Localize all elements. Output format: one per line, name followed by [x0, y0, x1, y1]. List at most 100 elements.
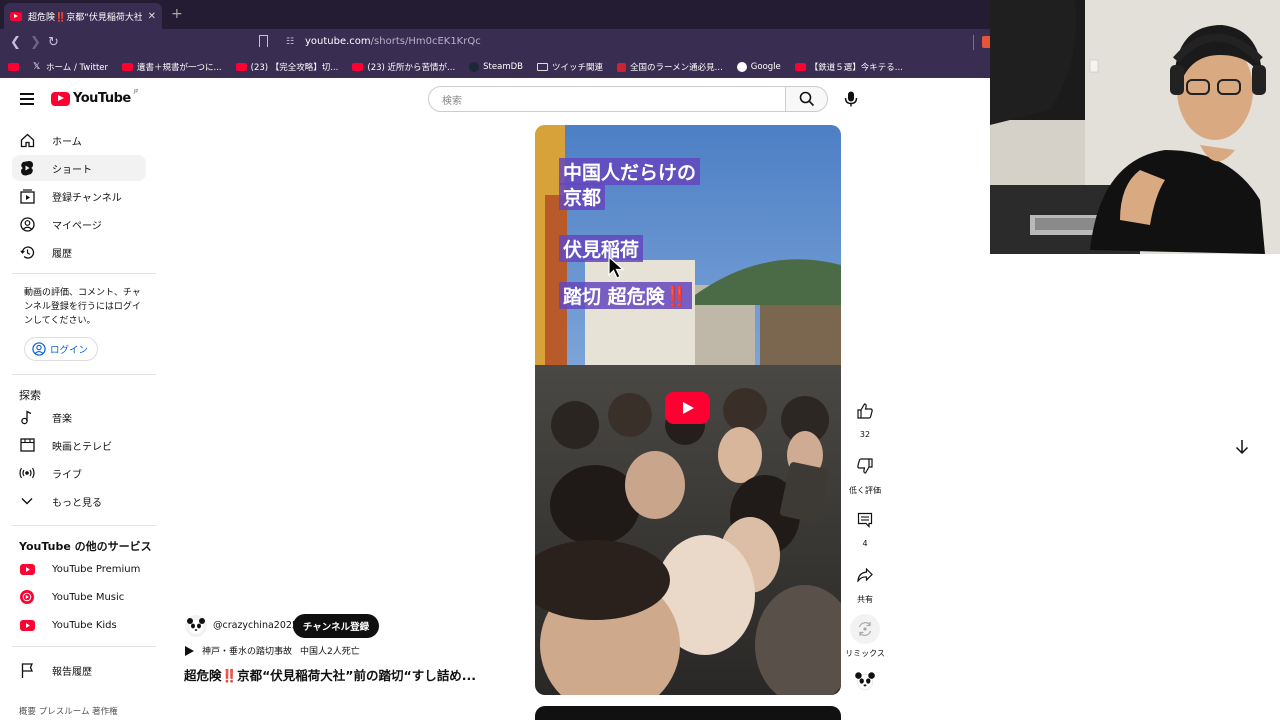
comment-icon	[857, 512, 873, 528]
youtube-logo[interactable]: YouTube JP	[51, 89, 138, 106]
bookmark-item[interactable]: (23) 近所から苦情が...	[352, 61, 455, 73]
brave-shield-icon[interactable]	[982, 36, 990, 48]
remix-button[interactable]	[850, 614, 880, 644]
sidebar-item-label: 映画とテレビ	[52, 441, 112, 453]
sidebar-item-movies[interactable]: 映画とテレビ	[12, 432, 146, 458]
subscriptions-icon	[19, 188, 35, 204]
channel-avatar[interactable]	[185, 615, 207, 637]
sidebar-item-label: ライブ	[52, 469, 82, 481]
like-button[interactable]	[850, 396, 880, 426]
youtube-icon	[122, 63, 134, 71]
red-icon	[617, 62, 626, 72]
address-bar: ❮ ❯ ↻ ☷ youtube.com/shorts/Hm0cEK1KrQc	[0, 29, 990, 56]
sidebar-item-youtube-music[interactable]: YouTube Music	[12, 584, 146, 610]
sidebar-item-live[interactable]: ライブ	[12, 460, 146, 486]
youtube-icon	[352, 63, 364, 71]
tag-link[interactable]: 中国人2人死亡	[300, 644, 360, 657]
tag-link[interactable]: 神戸・垂水の踏切事故	[202, 644, 292, 657]
play-button[interactable]	[665, 392, 710, 424]
sidebar-item-home[interactable]: ホーム	[12, 127, 146, 153]
bookmark-label: (23) 【完全攻略】切...	[250, 63, 339, 73]
dislike-label: 低く評価	[849, 486, 881, 495]
sidebar-item-label: 音楽	[52, 413, 72, 425]
youtube-kids-icon	[19, 617, 35, 633]
comments-button[interactable]	[850, 505, 880, 535]
shorts-icon	[19, 160, 35, 176]
sidebar-item-youtube-premium[interactable]: YouTube Premium	[12, 556, 146, 582]
sidebar-item-label: YouTube Kids	[52, 619, 117, 631]
sidebar-divider	[12, 525, 156, 526]
sidebar-item-youtube-kids[interactable]: YouTube Kids	[12, 612, 146, 638]
next-short-preview[interactable]	[535, 706, 841, 720]
youtube-favicon-icon	[10, 11, 22, 21]
comments-action[interactable]: 4	[843, 505, 887, 548]
bookmark-item[interactable]: 全国のラーメン通必見...	[617, 61, 723, 73]
sidebar-item-label: マイページ	[52, 220, 102, 232]
menu-icon[interactable]	[20, 93, 34, 105]
bookmark-label: ツイッチ関連	[551, 63, 603, 73]
bookmark-icon[interactable]	[259, 35, 268, 47]
sidebar-item-label: 履歴	[52, 248, 72, 260]
browser-tab[interactable]: 超危険‼️京都“伏見稲荷大社”前の ✕	[4, 3, 162, 29]
close-tab-icon[interactable]: ✕	[148, 11, 156, 22]
search-input[interactable]: 検索	[428, 86, 786, 112]
toolbar-divider	[973, 35, 974, 50]
next-video-button[interactable]	[1227, 432, 1257, 462]
logo-text: YouTube	[73, 91, 131, 106]
music-icon	[19, 409, 35, 425]
thumbs-down-icon	[857, 458, 873, 474]
bookmark-item[interactable]: (23) 【完全攻略】切...	[235, 61, 339, 73]
like-action[interactable]: 32	[843, 396, 887, 439]
arrow-down-icon	[1235, 440, 1249, 455]
caption-line: 踏切 超危険‼️	[559, 282, 693, 309]
shorts-video-player[interactable]: 中国人だらけの 京都 伏見稲荷 踏切 超危険‼️	[535, 125, 841, 695]
sidebar-item-report-history[interactable]: 報告履歴	[12, 657, 146, 683]
video-title[interactable]: 超危険‼️京都“伏見稲荷大社”前の踏切“すし詰め...	[184, 665, 476, 684]
channel-avatar-small[interactable]	[853, 669, 877, 693]
share-action[interactable]: 共有	[843, 560, 887, 605]
tab-bar: 超危険‼️京都“伏見稲荷大社”前の ✕ +	[0, 0, 990, 29]
site-info-icon[interactable]: ☷	[286, 37, 294, 47]
channel-name[interactable]: @crazychina2025	[213, 620, 298, 631]
bookmark-item[interactable]	[8, 63, 19, 71]
sidebar-divider	[12, 273, 156, 274]
back-icon[interactable]: ❮	[10, 35, 21, 50]
sidebar-item-history[interactable]: 履歴	[12, 239, 146, 265]
bookmark-label: Google	[750, 62, 781, 72]
login-label: ログイン	[50, 345, 89, 356]
youtube-icon	[8, 63, 19, 71]
bookmark-item[interactable]: Google	[736, 62, 781, 72]
search-button[interactable]	[785, 86, 828, 112]
chevron-down-icon	[19, 493, 35, 509]
bookmark-item[interactable]: ツイッチ関連	[536, 61, 603, 73]
comment-count: 4	[862, 539, 868, 548]
sidebar-item-mypage[interactable]: マイページ	[12, 211, 146, 237]
url-field[interactable]: youtube.com/shorts/Hm0cEK1KrQc	[305, 36, 481, 47]
caption-line: 京都	[559, 183, 606, 210]
login-button[interactable]: ログイン	[24, 337, 98, 361]
remix-action[interactable]: リミックス	[843, 614, 887, 659]
voice-search-button[interactable]	[838, 86, 864, 112]
bookmark-item[interactable]: SteamDB	[469, 62, 523, 72]
forward-icon[interactable]: ❯	[30, 35, 41, 50]
caption-line: 伏見稲荷	[559, 235, 644, 262]
caption-line: 中国人だらけの	[559, 158, 701, 185]
subscribe-button[interactable]: チャンネル登録	[293, 614, 379, 638]
bookmark-item[interactable]: 𝕏 ホーム / Twitter	[33, 61, 108, 74]
bookmark-item[interactable]: 遺書＋規書が一つに...	[122, 61, 222, 73]
dislike-button[interactable]	[850, 451, 880, 481]
new-tab-button[interactable]: +	[171, 6, 183, 22]
reload-icon[interactable]: ↻	[48, 35, 59, 50]
footer-links[interactable]: 概要 プレスルーム 著作権	[19, 705, 118, 717]
folder-icon	[536, 63, 548, 71]
share-button[interactable]	[850, 560, 880, 590]
sidebar-item-shorts[interactable]: ショート	[12, 155, 146, 181]
sidebar-item-more[interactable]: もっと見る	[12, 488, 146, 514]
sidebar-item-music[interactable]: 音楽	[12, 404, 146, 430]
dislike-action[interactable]: 低く評価	[843, 451, 887, 496]
sidebar-item-subscriptions[interactable]: 登録チャンネル	[12, 183, 146, 209]
url-path: /shorts/Hm0cEK1KrQc	[370, 36, 481, 47]
bookmark-item[interactable]: 【鉄道５選】今キテる...	[794, 61, 903, 73]
remix-icon	[858, 622, 872, 636]
youtube-premium-icon	[19, 561, 35, 577]
